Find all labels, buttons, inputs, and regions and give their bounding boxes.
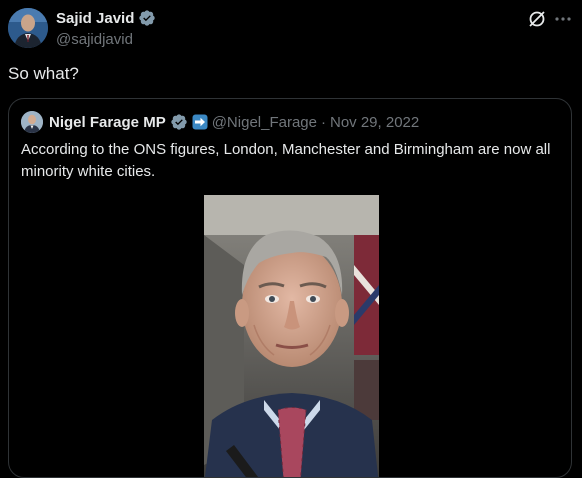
video-thumbnail[interactable] <box>204 195 379 477</box>
header-separator: · <box>320 113 326 131</box>
verified-badge-icon <box>138 9 156 27</box>
author-avatar[interactable] <box>8 8 48 48</box>
more-icon[interactable] <box>553 9 573 29</box>
author-name-row[interactable]: Sajid Javid <box>56 9 156 27</box>
author-name[interactable]: Sajid Javid <box>56 10 134 27</box>
quoted-date[interactable]: Nov 29, 2022 <box>330 114 419 131</box>
verified-badge-icon <box>170 113 188 131</box>
quoted-author-name[interactable]: Nigel Farage MP <box>49 114 166 131</box>
quoted-author-avatar[interactable] <box>21 111 43 133</box>
author-handle[interactable]: @sajidjavid <box>56 31 133 48</box>
grok-icon[interactable] <box>527 9 547 29</box>
quoted-header: Nigel Farage MP @Nigel_Farage · Nov 29, … <box>49 113 419 131</box>
quoted-text: According to the ONS figures, London, Ma… <box>21 141 551 180</box>
quoted-tweet-card[interactable]: Nigel Farage MP @Nigel_Farage · Nov 29, … <box>8 98 572 478</box>
arrow-emoji-icon <box>192 114 208 130</box>
tweet-text: So what? <box>8 64 79 83</box>
quoted-author-handle[interactable]: @Nigel_Farage <box>212 114 317 131</box>
